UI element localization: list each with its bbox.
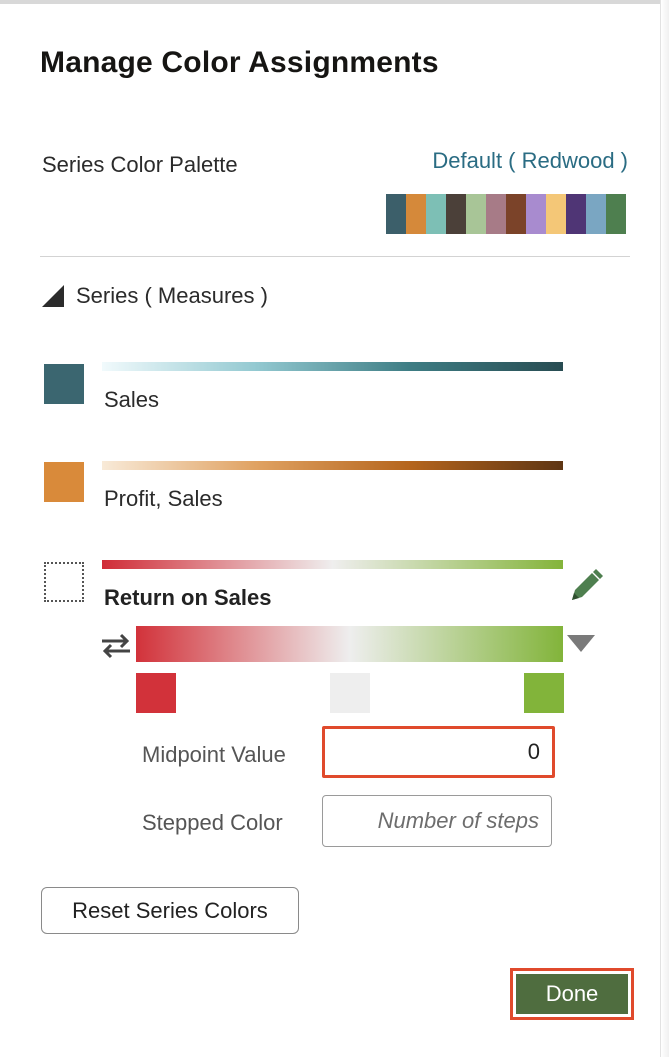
- caret-down-icon[interactable]: [565, 632, 597, 654]
- palette-swatch-7: [506, 194, 526, 234]
- high-color-stop[interactable]: [524, 673, 564, 713]
- palette-swatch-12: [606, 194, 626, 234]
- midpoint-value: 0: [527, 739, 540, 764]
- midpoint-value-input[interactable]: 0: [322, 726, 555, 778]
- series-name-return-on-sales: Return on Sales: [104, 585, 272, 610]
- triangle-down-right-icon: [42, 285, 64, 307]
- number-of-steps-input[interactable]: Number of steps: [322, 795, 552, 847]
- mid-color-stop[interactable]: [330, 673, 370, 713]
- palette-swatch-8: [526, 194, 546, 234]
- swap-arrows-icon[interactable]: [99, 632, 133, 660]
- steps-placeholder: Number of steps: [377, 808, 539, 833]
- diverging-color-ramp: [136, 626, 563, 662]
- palette-swatch-2: [406, 194, 426, 234]
- series-swatch-return-on-sales[interactable]: [44, 562, 84, 602]
- palette-swatch-10: [566, 194, 586, 234]
- series-ramp-sales[interactable]: [102, 362, 563, 371]
- palette-swatch-4: [446, 194, 466, 234]
- palette-swatch-11: [586, 194, 606, 234]
- palette-swatches[interactable]: [386, 194, 626, 234]
- palette-swatch-1: [386, 194, 406, 234]
- series-name-sales: Sales: [104, 387, 160, 412]
- series-name-profit-sales: Profit, Sales: [104, 486, 223, 511]
- dialog-title: Manage Color Assignments: [40, 46, 439, 79]
- palette-swatch-3: [426, 194, 446, 234]
- window-edge: [660, 0, 669, 1057]
- divider: [40, 256, 630, 257]
- series-ramp-profit-sales[interactable]: [102, 461, 563, 470]
- done-button[interactable]: Done: [516, 974, 628, 1014]
- series-swatch-sales[interactable]: [44, 364, 84, 404]
- palette-selector-link[interactable]: Default ( Redwood ): [432, 148, 628, 174]
- palette-label: Series Color Palette: [42, 152, 238, 177]
- low-color-stop[interactable]: [136, 673, 176, 713]
- midpoint-label: Midpoint Value: [142, 742, 286, 767]
- palette-swatch-5: [466, 194, 486, 234]
- palette-swatch-6: [486, 194, 506, 234]
- stepped-color-label: Stepped Color: [142, 810, 283, 835]
- reset-series-colors-button[interactable]: Reset Series Colors: [41, 887, 299, 934]
- series-swatch-profit-sales[interactable]: [44, 462, 84, 502]
- series-section-toggle[interactable]: Series ( Measures ): [42, 283, 268, 309]
- series-ramp-return-on-sales[interactable]: [102, 560, 563, 569]
- series-section-label: Series ( Measures ): [76, 283, 268, 308]
- pencil-icon[interactable]: [568, 568, 604, 604]
- palette-swatch-9: [546, 194, 566, 234]
- top-edge: [0, 0, 669, 4]
- done-button-highlight: Done: [510, 968, 634, 1020]
